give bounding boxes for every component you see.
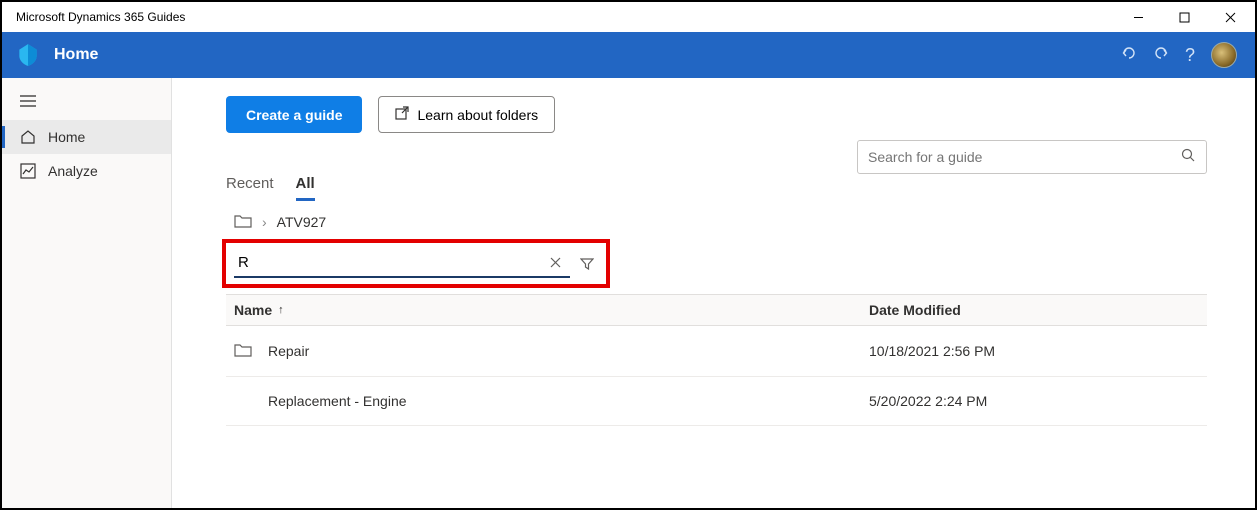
row-date: 10/18/2021 2:56 PM <box>869 343 1199 359</box>
window-minimize-button[interactable] <box>1115 2 1161 32</box>
folder-filter-input-wrap[interactable] <box>234 249 570 278</box>
sidebar-item-label: Home <box>48 129 85 145</box>
tab-all[interactable]: All <box>296 175 315 201</box>
undo-icon[interactable] <box>1121 45 1137 66</box>
row-date: 5/20/2022 2:24 PM <box>869 393 1199 409</box>
sidebar-item-label: Analyze <box>48 163 98 179</box>
sort-asc-icon: ↑ <box>278 304 284 316</box>
breadcrumb-current[interactable]: ATV927 <box>277 214 327 230</box>
folder-icon <box>234 342 252 360</box>
highlight-annotation <box>222 239 610 288</box>
column-name-header[interactable]: Name ↑ <box>234 302 869 318</box>
home-icon <box>20 129 36 145</box>
table-header: Name ↑ Date Modified <box>226 294 1207 326</box>
help-icon[interactable]: ? <box>1185 45 1195 66</box>
analyze-icon <box>20 163 36 179</box>
folder-filter-input[interactable] <box>238 254 544 271</box>
avatar[interactable] <box>1211 42 1237 68</box>
column-name-label: Name <box>234 302 272 318</box>
folder-icon[interactable] <box>234 213 252 231</box>
search-icon <box>1181 148 1196 166</box>
tabs: Recent All <box>226 175 1207 201</box>
hamburger-icon[interactable] <box>2 86 171 120</box>
search-box[interactable] <box>857 140 1207 174</box>
main-content: Create a guide Learn about folders Recen… <box>172 78 1255 508</box>
chevron-right-icon: › <box>262 214 267 230</box>
create-guide-button[interactable]: Create a guide <box>226 96 362 133</box>
learn-folders-button[interactable]: Learn about folders <box>378 96 555 133</box>
window-title: Microsoft Dynamics 365 Guides <box>16 10 185 24</box>
tab-recent[interactable]: Recent <box>226 175 274 201</box>
search-input[interactable] <box>868 149 1181 165</box>
sidebar-item-home[interactable]: Home <box>2 120 171 154</box>
sidebar-item-analyze[interactable]: Analyze <box>2 154 171 188</box>
page-title: Home <box>54 46 98 64</box>
learn-folders-label: Learn about folders <box>417 107 538 123</box>
row-name: Replacement - Engine <box>268 393 407 409</box>
clear-icon[interactable] <box>544 251 566 273</box>
column-date-header[interactable]: Date Modified <box>869 302 1199 318</box>
window-maximize-button[interactable] <box>1161 2 1207 32</box>
breadcrumb: › ATV927 <box>226 213 1207 231</box>
window-close-button[interactable] <box>1207 2 1253 32</box>
open-link-icon <box>395 106 409 123</box>
table-row[interactable]: Repair 10/18/2021 2:56 PM <box>226 326 1207 377</box>
window-titlebar: Microsoft Dynamics 365 Guides <box>2 2 1255 32</box>
sidebar: Home Analyze <box>2 78 172 508</box>
table-row[interactable]: Replacement - Engine 5/20/2022 2:24 PM <box>226 377 1207 426</box>
column-date-label: Date Modified <box>869 302 961 318</box>
app-header: Home ? <box>2 32 1255 78</box>
app-logo-icon <box>14 41 42 69</box>
row-name: Repair <box>268 343 309 359</box>
redo-icon[interactable] <box>1153 45 1169 66</box>
filter-icon[interactable] <box>576 253 598 275</box>
